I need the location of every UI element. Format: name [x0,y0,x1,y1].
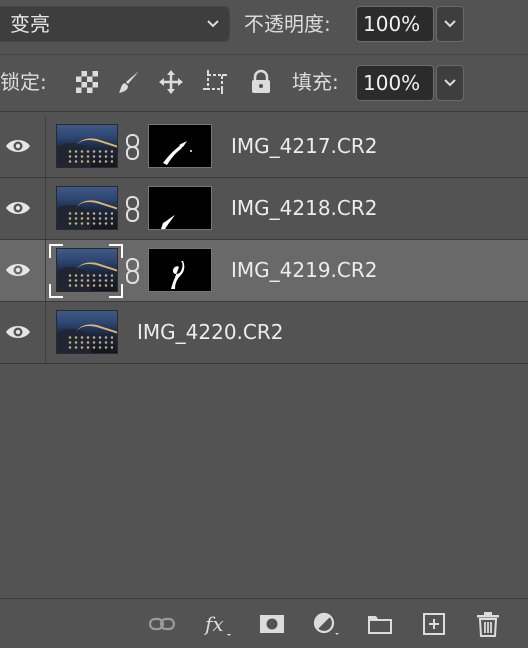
layer-mask-thumbnail[interactable] [148,186,212,230]
layer-row[interactable]: IMG_4217.CR2 [0,116,528,178]
chain-link-icon[interactable] [124,134,142,160]
lock-all-icon[interactable] [248,69,274,95]
chain-link-icon[interactable] [124,196,142,222]
adjustment-layer-icon[interactable] [312,611,340,637]
selection-frame [49,244,123,298]
add-mask-icon[interactable] [258,611,286,637]
opacity-label: 不透明度: [244,12,331,36]
chevron-down-icon [444,79,456,87]
visibility-toggle[interactable] [0,302,46,363]
link-layers-icon[interactable] [148,611,176,637]
lock-fill-bar: 锁定: 填充: 100% [0,54,528,112]
opacity-dropdown-button[interactable] [436,6,464,42]
fill-dropdown-button[interactable] [436,65,464,101]
fx-icon[interactable]: fx [204,611,232,637]
fill-input[interactable]: 100% [356,65,434,101]
layer-thumbnail[interactable] [56,124,118,168]
layer-name: IMG_4217.CR2 [231,134,378,158]
blend-mode-value: 变亮 [10,12,50,36]
lock-image-icon[interactable] [116,69,142,95]
layers-bottom-toolbar: fx [0,598,528,648]
layer-name: IMG_4219.CR2 [231,258,378,282]
group-folder-icon[interactable] [366,611,394,637]
eye-icon [6,202,30,214]
layer-name: IMG_4220.CR2 [137,320,284,344]
opacity-input[interactable]: 100% [356,6,434,42]
blend-opacity-bar: 变亮 不透明度: 100% [0,0,528,50]
visibility-toggle[interactable] [0,178,46,239]
layer-row-selected[interactable]: IMG_4219.CR2 [0,240,528,302]
fill-label: 填充: [292,70,339,94]
visibility-toggle[interactable] [0,116,46,177]
eye-icon [6,140,30,152]
svg-text:fx: fx [204,612,224,636]
layer-thumbnail[interactable] [56,186,118,230]
layers-list: IMG_4217.CR2 IMG_4218.CR2 IMG_4219.CR2 I… [0,116,528,364]
layer-row[interactable]: IMG_4218.CR2 [0,178,528,240]
chevron-down-icon [444,20,456,28]
layer-row[interactable]: IMG_4220.CR2 [0,302,528,364]
trash-icon[interactable] [474,611,502,637]
visibility-toggle[interactable] [0,240,46,301]
layer-name: IMG_4218.CR2 [231,196,378,220]
lock-position-icon[interactable] [158,69,184,95]
lock-label: 锁定: [0,70,47,94]
layer-thumbnail[interactable] [56,310,118,354]
blend-mode-select[interactable]: 变亮 [0,6,230,42]
new-layer-icon[interactable] [420,611,448,637]
eye-icon [6,264,30,276]
chevron-down-icon [207,20,219,28]
layer-mask-thumbnail[interactable] [148,248,212,292]
chain-link-icon[interactable] [124,258,142,284]
layer-mask-thumbnail[interactable] [148,124,212,168]
eye-icon [6,326,30,338]
lock-artboard-icon[interactable] [202,69,228,95]
lock-transparent-icon[interactable] [74,69,100,95]
